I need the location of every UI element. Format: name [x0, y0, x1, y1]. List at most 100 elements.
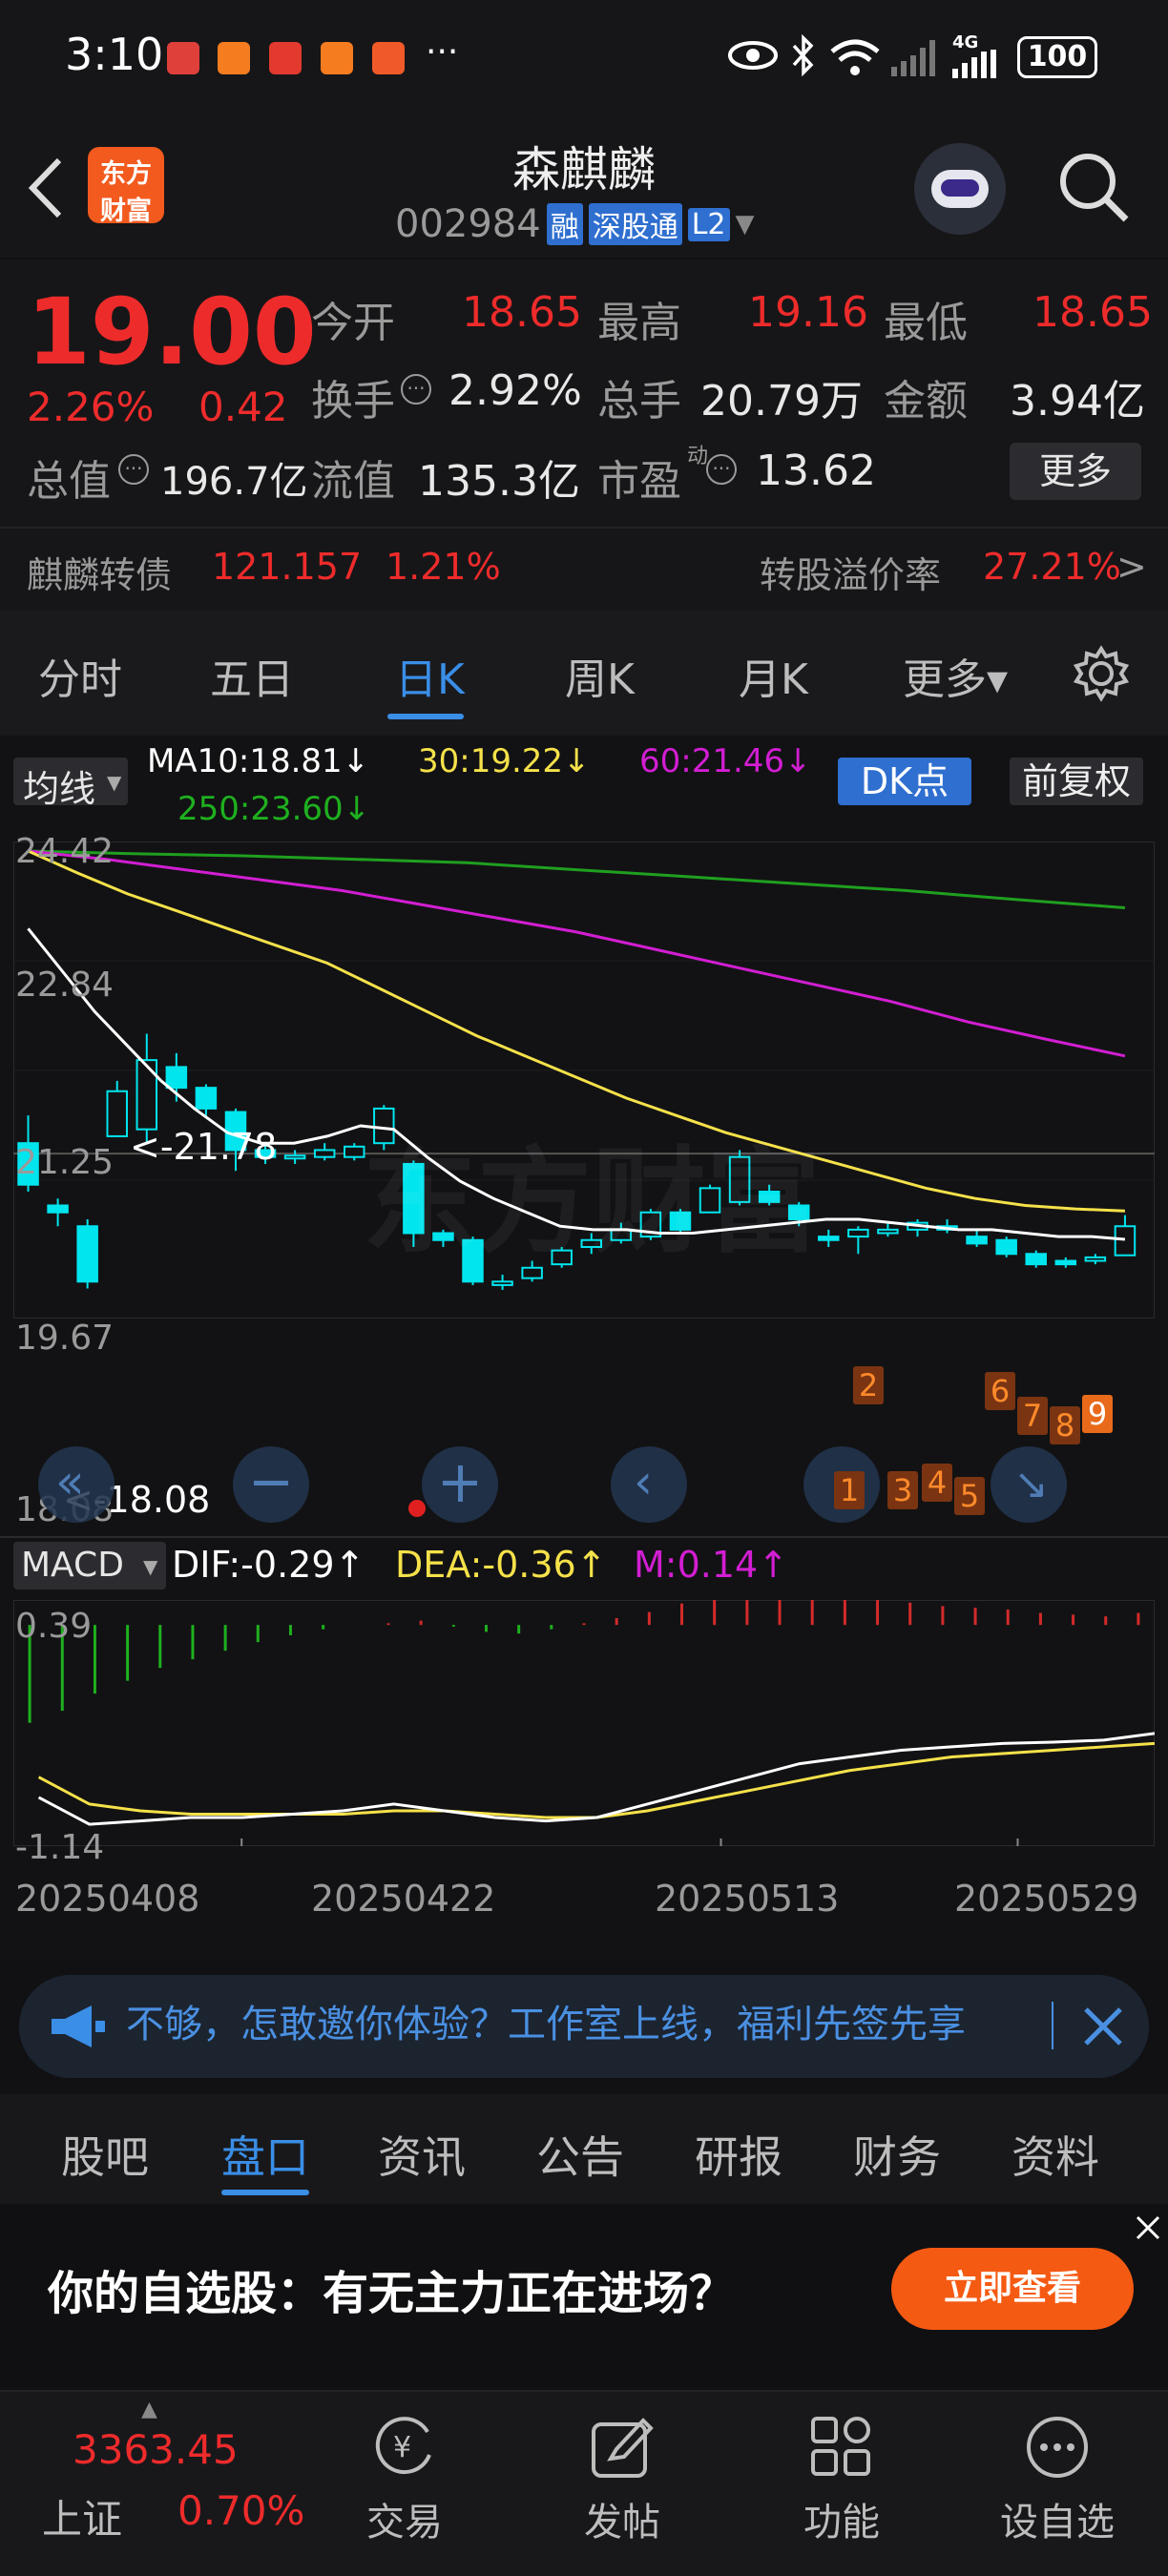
- gear-icon[interactable]: [1073, 645, 1130, 702]
- wifi-icon: [830, 39, 880, 75]
- signal-marker[interactable]: 4: [922, 1464, 952, 1502]
- current-price: 19.00: [27, 279, 317, 385]
- bond-price: 121.157: [212, 546, 363, 588]
- ma60-legend: 60:21.46↓: [639, 742, 812, 780]
- signal-marker[interactable]: 9: [1082, 1395, 1113, 1433]
- close-icon[interactable]: [1134, 2213, 1162, 2242]
- view-now-button[interactable]: 立即查看: [891, 2248, 1134, 2330]
- chevron-up-icon[interactable]: ▲: [141, 2398, 157, 2421]
- candle-body: [136, 1059, 158, 1131]
- tab-intraday[interactable]: 分时: [38, 645, 122, 706]
- signal-strong-icon: [952, 50, 996, 78]
- zoom-out-icon[interactable]: [233, 1446, 309, 1523]
- signal-marker[interactable]: 5: [954, 1477, 985, 1515]
- nav-trade-label[interactable]: 交易: [366, 2491, 443, 2546]
- tab-daily-k[interactable]: 日K: [395, 645, 465, 706]
- tab-research[interactable]: 研报: [695, 2123, 782, 2186]
- fullscreen-icon[interactable]: ↘: [991, 1446, 1067, 1523]
- zoom-in-icon[interactable]: [422, 1446, 498, 1523]
- kline-chart-area: 均线 ▼ MA10:18.81↓ 30:19.22↓ 60:21.46↓ 250…: [0, 737, 1168, 1958]
- active-tab-indicator: [387, 714, 464, 719]
- tab-financials[interactable]: 财务: [853, 2123, 941, 2186]
- close-icon[interactable]: [1080, 2004, 1126, 2049]
- low-value: 18.65: [1032, 288, 1153, 337]
- info-icon[interactable]: ···: [706, 454, 737, 485]
- more-button[interactable]: 更多: [1010, 443, 1141, 500]
- float-cap-value: 135.3亿: [418, 457, 580, 506]
- tab-orderbook[interactable]: 盘口: [221, 2123, 309, 2186]
- bond-name[interactable]: 麒麟转债: [27, 546, 172, 598]
- dropdown-icon[interactable]: ▼: [736, 210, 755, 239]
- divider: [0, 527, 1168, 529]
- tab-news[interactable]: 资讯: [378, 2123, 466, 2186]
- bluetooth-icon: [792, 34, 814, 77]
- ma250-legend: 250:23.60↓: [177, 790, 371, 828]
- bond-change: 1.21%: [386, 546, 501, 588]
- clock: 3:10: [65, 29, 164, 80]
- event-dot[interactable]: [408, 1500, 426, 1517]
- edit-icon[interactable]: [588, 2413, 657, 2482]
- trade-icon[interactable]: ¥: [370, 2413, 439, 2482]
- dk-point-button[interactable]: DK点: [838, 758, 971, 805]
- scroll-left-icon[interactable]: ‹: [611, 1446, 687, 1523]
- tab-more[interactable]: 更多▾: [903, 645, 1008, 706]
- section-tabs: 股吧 盘口 资讯 公告 研报 财务 资料: [0, 2094, 1168, 2204]
- market-cap-value: 196.7亿: [160, 460, 308, 504]
- candle-body: [47, 1204, 69, 1214]
- search-icon[interactable]: [1057, 151, 1130, 223]
- more-notifications-icon: ···: [426, 32, 459, 72]
- bottom-nav: ▲ 3363.45 上证 0.70% ¥ 交易 发帖 功能 设自选: [0, 2390, 1168, 2576]
- candle-body: [818, 1236, 840, 1241]
- megaphone-icon: [52, 2005, 105, 2047]
- video-app-icon: [372, 42, 405, 74]
- macd-selector[interactable]: MACD ▼: [13, 1542, 166, 1589]
- candle-body: [1054, 1259, 1077, 1266]
- signal-marker[interactable]: 6: [985, 1372, 1015, 1410]
- volume-value: 20.79万: [700, 377, 863, 426]
- signal-marker[interactable]: 3: [887, 1471, 918, 1509]
- connect-badge: 深股通: [588, 203, 682, 245]
- chevron-right-icon[interactable]: >: [1116, 546, 1147, 588]
- index-change: 0.70%: [177, 2487, 305, 2534]
- signal-marker[interactable]: 8: [1050, 1406, 1080, 1444]
- nav-watchlist-label[interactable]: 设自选: [1000, 2491, 1115, 2546]
- ad-text: 你的自选股：有无主力正在进场？: [48, 2267, 736, 2320]
- ad-banner[interactable]: 你的自选股：有无主力正在进场？ 立即查看: [0, 2206, 1168, 2387]
- robot-assistant-icon[interactable]: [914, 143, 1006, 235]
- adjust-price-button[interactable]: 前复权: [1010, 758, 1143, 805]
- open-label: 今开: [311, 299, 395, 347]
- index-name[interactable]: 上证: [42, 2487, 122, 2545]
- candle-body: [1025, 1253, 1047, 1266]
- low-label: 最低: [884, 299, 968, 347]
- pe-dynamic-sup: 动: [687, 445, 709, 468]
- tab-monthly-k[interactable]: 月K: [739, 645, 808, 706]
- tab-five-day[interactable]: 五日: [210, 645, 294, 706]
- pe-value: 13.62: [756, 447, 876, 495]
- svg-text:¥: ¥: [393, 2431, 411, 2464]
- rewind-icon[interactable]: «: [38, 1446, 115, 1523]
- index-value[interactable]: 3363.45: [73, 2426, 239, 2473]
- tab-forum[interactable]: 股吧: [61, 2123, 149, 2186]
- signal-marker[interactable]: 2: [853, 1366, 884, 1404]
- macd-chart[interactable]: [13, 1600, 1155, 1846]
- macd-selector-label: MACD: [21, 1546, 124, 1585]
- info-icon[interactable]: ···: [401, 374, 431, 405]
- stock-header: 东方 财富 森麒麟 002984 融 深股通 L2 ▼: [0, 114, 1168, 258]
- tab-profile[interactable]: 资料: [1012, 2123, 1099, 2186]
- nav-function-label[interactable]: 功能: [803, 2491, 880, 2546]
- nav-post-label[interactable]: 发帖: [584, 2491, 660, 2546]
- ma-selector[interactable]: 均线 ▼: [13, 758, 128, 810]
- more-icon[interactable]: [1023, 2413, 1092, 2482]
- tab-weekly-k[interactable]: 周K: [565, 645, 635, 706]
- info-icon[interactable]: ···: [118, 454, 149, 485]
- signal-marker[interactable]: 7: [1017, 1397, 1048, 1435]
- level2-badge: L2: [687, 207, 730, 241]
- amount-label: 金额: [884, 377, 968, 426]
- announcement-banner[interactable]: 不够，怎敢邀你体验？工作室上线，福利先签先享: [19, 1975, 1149, 2078]
- candle-body: [76, 1225, 98, 1283]
- candle-body: [966, 1236, 988, 1245]
- signal-marker[interactable]: 1: [834, 1471, 865, 1509]
- grid-icon[interactable]: [807, 2413, 876, 2482]
- candle-body: [195, 1087, 218, 1110]
- tab-announcements[interactable]: 公告: [536, 2123, 624, 2186]
